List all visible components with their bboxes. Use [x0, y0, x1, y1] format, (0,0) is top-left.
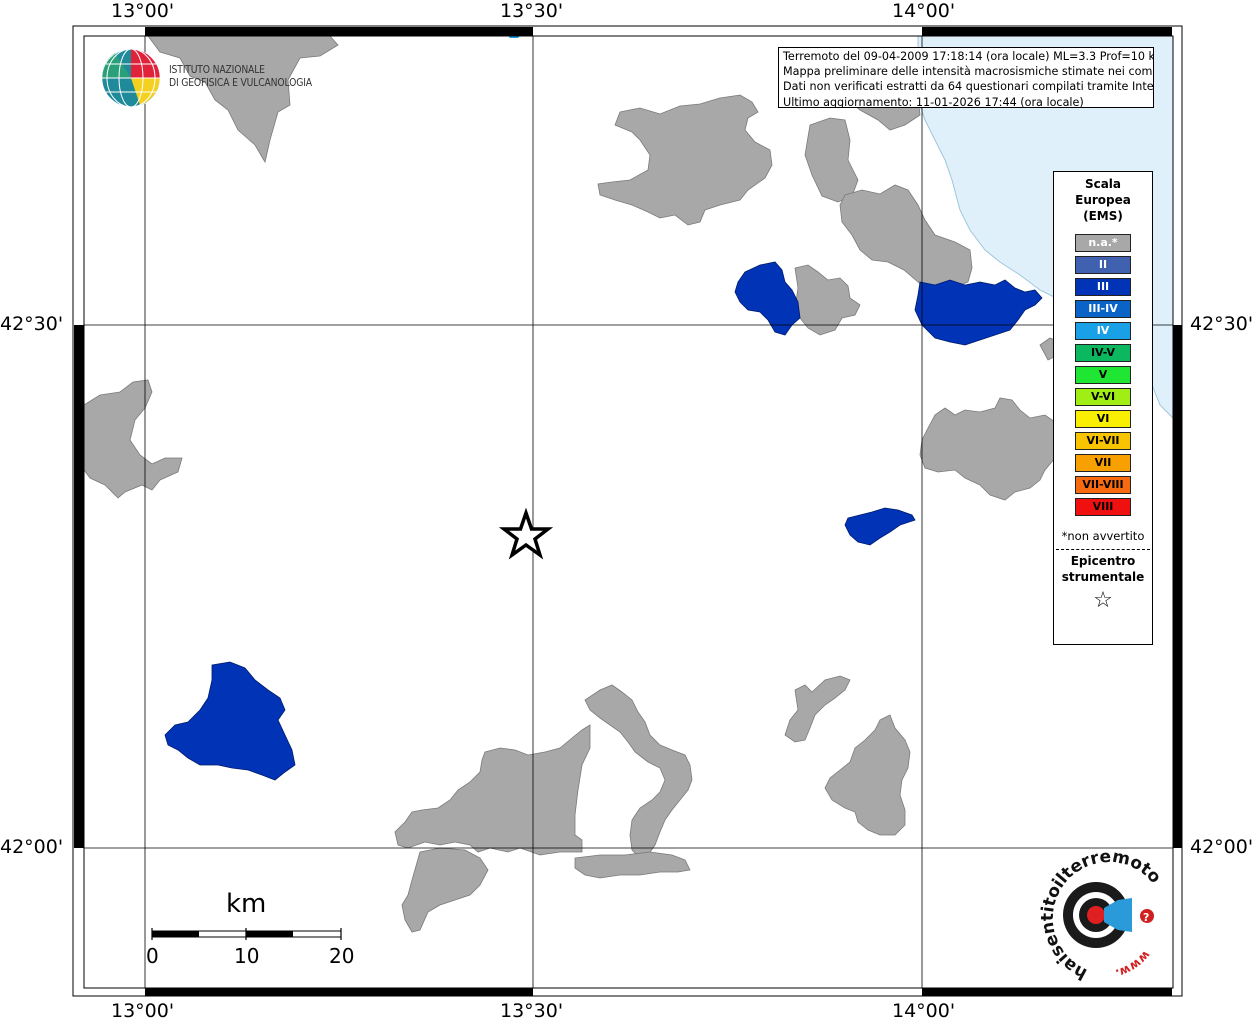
legend-item-ii: II	[1074, 255, 1132, 275]
ingv-logo-line1: ISTITUTO NAZIONALE	[169, 64, 265, 76]
legend-item-vii-viii: VII-VIII	[1074, 475, 1132, 495]
legend-title: Scala Europea (EMS)	[1054, 176, 1152, 224]
scale-bar-tick-20: 20	[329, 944, 355, 968]
legend-item-iii: III	[1074, 277, 1132, 297]
legend-epicenter-line1: Epicentro	[1070, 554, 1136, 568]
legend-item-v-vi: V-VI	[1074, 387, 1132, 407]
lat-label-left-4230: 42°30'	[0, 313, 64, 335]
lon-label-top-1330: 13°30'	[500, 0, 564, 22]
legend-item-vi: VI	[1074, 409, 1132, 429]
legend-item-vii: VII	[1074, 453, 1132, 473]
lon-label-bottom-1330: 13°30'	[500, 1000, 564, 1022]
scale-bar-tick-10: 10	[234, 944, 260, 968]
lon-label-bottom-1300: 13°00'	[111, 1000, 175, 1022]
legend-item-n-a: n.a.*	[1074, 233, 1132, 253]
lat-label-left-4200: 42°00'	[0, 836, 64, 858]
lon-label-top-1400: 14°00'	[892, 0, 956, 22]
legend-item-iv: IV	[1074, 321, 1132, 341]
ingv-logo-icon	[101, 48, 161, 108]
info-line-last-update: Ultimo aggiornamento: 11-01-2026 17:44 (…	[783, 95, 1084, 108]
legend-item-iv-v: IV-V	[1074, 343, 1132, 363]
lon-label-bottom-1400: 14°00'	[892, 1000, 956, 1022]
legend-item-vi-vii: VI-VII	[1074, 431, 1132, 451]
legend-divider	[1056, 549, 1150, 550]
info-line-data-source: Dati non verificati estratti da 64 quest…	[783, 80, 1154, 94]
ingv-logo-text: ISTITUTO NAZIONALE DI GEOFISICA E VULCAN…	[169, 64, 312, 90]
legend-title-line2: Europea	[1075, 193, 1131, 207]
scale-bar-tick-0: 0	[146, 944, 159, 968]
legend-note: *non avvertito	[1061, 529, 1145, 543]
lat-label-right-4230: 42°30'	[1190, 313, 1254, 335]
lat-label-right-4200: 42°00'	[1190, 836, 1254, 858]
legend-epicenter-line2: strumentale	[1061, 570, 1145, 584]
legend-items: n.a.* II III III-IV IV IV-V V V-VI VI VI-VII VII VI…	[1054, 233, 1152, 517]
legend-star-icon: ☆	[1093, 588, 1113, 613]
ingv-logo-line2: DI GEOFISICA E VULCANOLOGIA	[169, 77, 312, 89]
legend-item-v: V	[1074, 365, 1132, 385]
lon-label-top-1300: 13°00'	[111, 0, 175, 22]
info-line-map-title: Mappa preliminare delle intensità macros…	[783, 65, 1154, 79]
info-line-event: Terremoto del 09-04-2009 17:18:14 (ora l…	[783, 50, 1154, 63]
legend-item-iii-iv: III-IV	[1074, 299, 1132, 319]
legend-title-line3: (EMS)	[1083, 209, 1123, 223]
intensity-legend: Scala Europea (EMS) n.a.* II III III-IV IV IV…	[1053, 171, 1153, 645]
legend-epicenter-label: Epicentro strumentale	[1054, 553, 1152, 585]
scale-bar-unit: km	[226, 889, 267, 919]
earthquake-info-box: Terremoto del 09-04-2009 17:18:14 (ora l…	[778, 47, 1154, 108]
legend-item-viii: VIII	[1074, 497, 1132, 517]
legend-title-line1: Scala	[1084, 177, 1122, 191]
